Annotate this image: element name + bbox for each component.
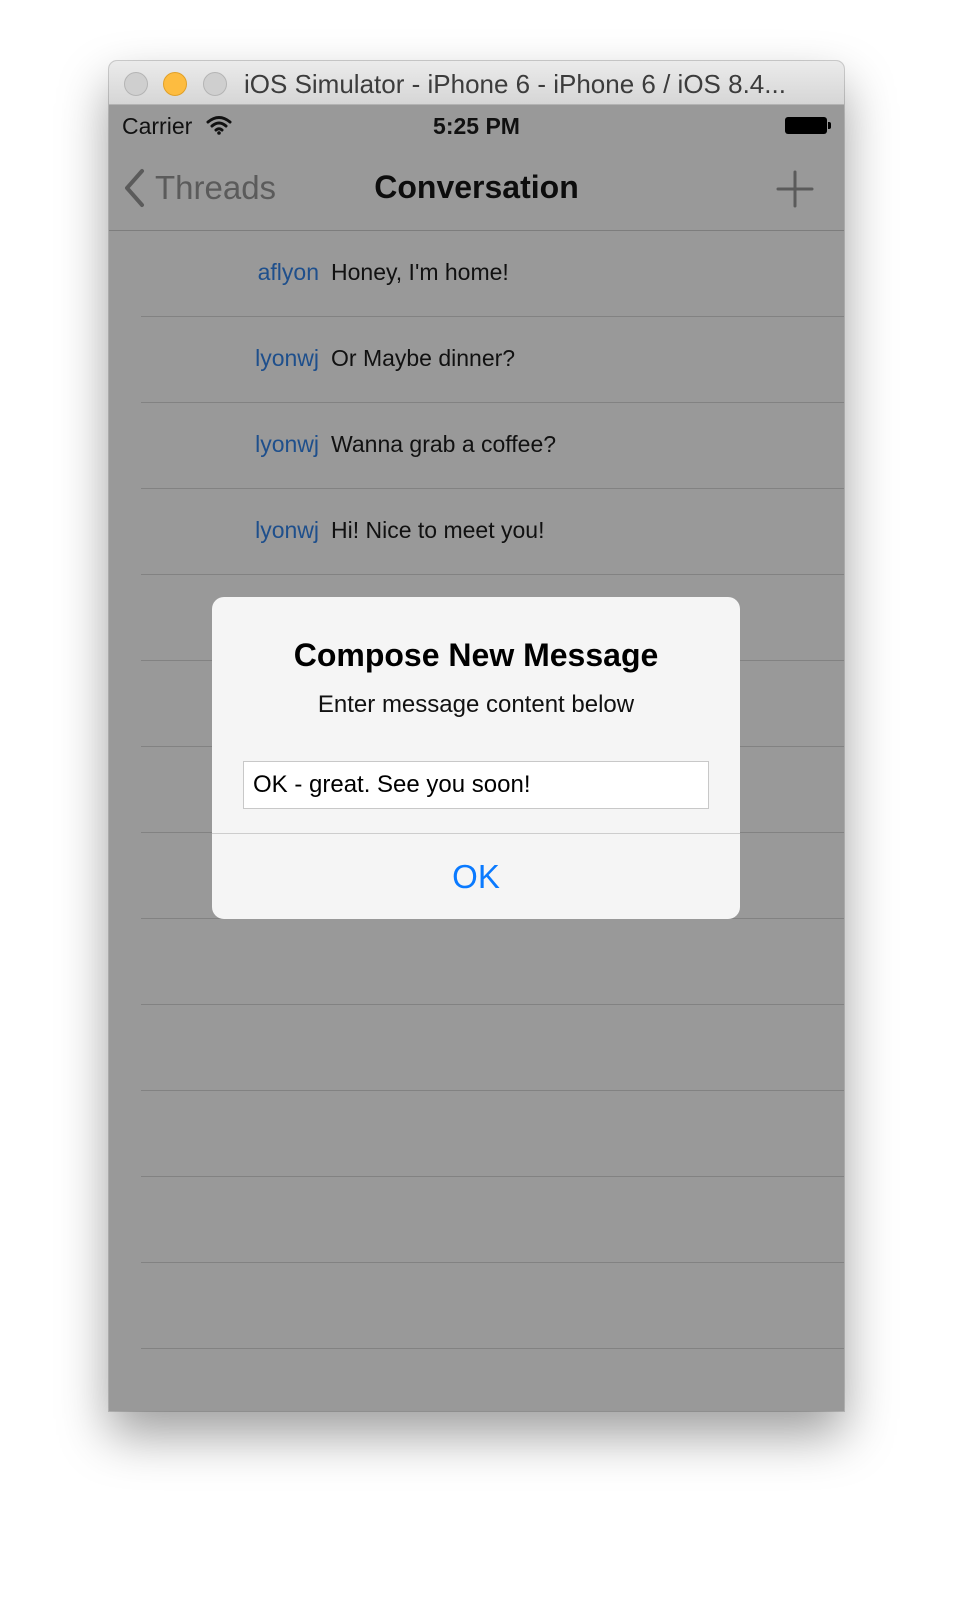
zoom-window-button[interactable] bbox=[203, 72, 227, 96]
list-item[interactable]: aflyon Honey, I'm home! bbox=[109, 231, 844, 317]
navigation-bar: Threads Conversation bbox=[109, 149, 844, 231]
message-text: Hi! Nice to meet you! bbox=[331, 517, 545, 543]
alert-message: Enter message content below bbox=[317, 691, 635, 718]
status-bar: Carrier 5:25 PM bbox=[109, 105, 844, 149]
window-titlebar[interactable]: iOS Simulator - iPhone 6 - iPhone 6 / iO… bbox=[109, 61, 844, 105]
message-text: Wanna grab a coffee? bbox=[331, 431, 557, 457]
plus-icon bbox=[776, 170, 814, 208]
list-item[interactable] bbox=[109, 1091, 844, 1177]
ok-button[interactable]: OK bbox=[212, 834, 740, 919]
message-username: lyonwj bbox=[255, 345, 319, 371]
window-title: iOS Simulator - iPhone 6 - iPhone 6 / iO… bbox=[244, 69, 786, 99]
compose-message-alert: Compose New Message Enter message conten… bbox=[212, 597, 740, 919]
simulator-window: iOS Simulator - iPhone 6 - iPhone 6 / iO… bbox=[109, 61, 844, 1411]
message-username: lyonwj bbox=[255, 431, 319, 457]
alert-title: Compose New Message bbox=[293, 637, 659, 673]
minimize-window-button[interactable] bbox=[163, 72, 187, 96]
page-title: Conversation bbox=[374, 169, 579, 205]
message-content-input[interactable] bbox=[243, 761, 709, 809]
list-item[interactable] bbox=[109, 1263, 844, 1349]
add-button[interactable] bbox=[773, 167, 817, 211]
list-item[interactable]: lyonwj Hi! Nice to meet you! bbox=[109, 489, 844, 575]
message-username: lyonwj bbox=[255, 517, 319, 543]
iphone-screen: Carrier 5:25 PM Threads Conversation afl… bbox=[109, 105, 844, 1411]
battery-icon bbox=[785, 117, 831, 134]
list-item[interactable] bbox=[109, 919, 844, 1005]
list-item[interactable] bbox=[109, 1177, 844, 1263]
list-item[interactable]: lyonwj Or Maybe dinner? bbox=[109, 317, 844, 403]
message-username: aflyon bbox=[257, 259, 319, 285]
list-item[interactable]: lyonwj Wanna grab a coffee? bbox=[109, 403, 844, 489]
message-text: Honey, I'm home! bbox=[331, 259, 509, 285]
status-time: 5:25 PM bbox=[433, 113, 520, 139]
close-window-button[interactable] bbox=[124, 72, 148, 96]
list-item[interactable] bbox=[109, 1005, 844, 1091]
message-text: Or Maybe dinner? bbox=[331, 345, 516, 371]
